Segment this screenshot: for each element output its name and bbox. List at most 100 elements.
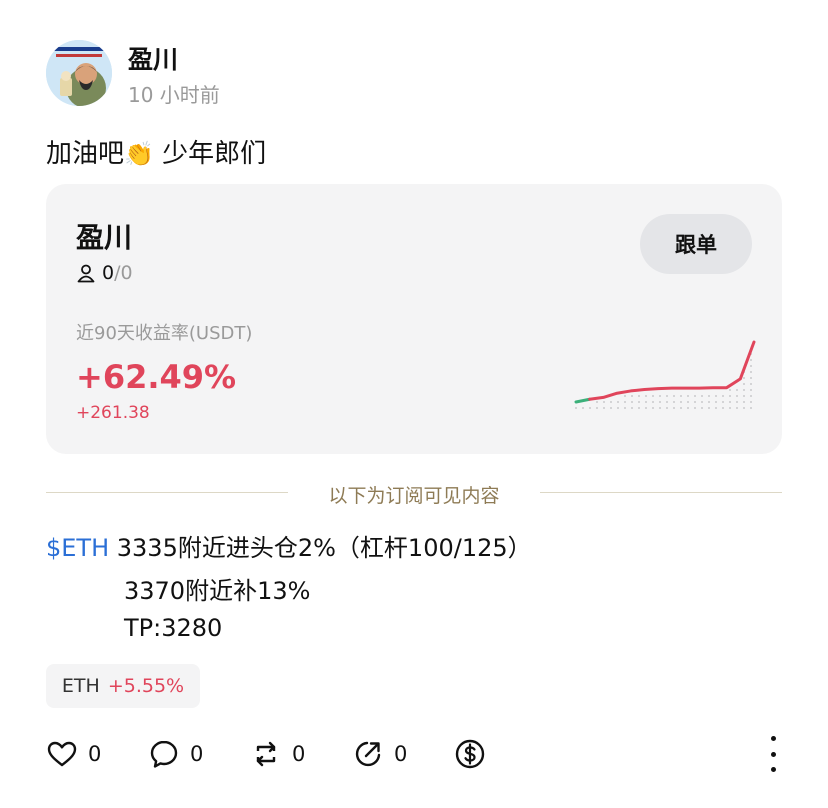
sparkline-fill-dot xyxy=(645,401,647,403)
sparkline-fill-dot xyxy=(603,407,605,409)
sparkline-fill-dot xyxy=(617,401,619,403)
comment-count: 0 xyxy=(190,742,204,766)
follower-count: 0/0 xyxy=(76,262,133,284)
sparkline-fill-dot xyxy=(673,401,675,403)
sparkline-fill-dot xyxy=(659,395,661,397)
sparkline-fill-dot xyxy=(617,407,619,409)
sparkline-fill-dot xyxy=(750,359,752,361)
sparkline-fill-dot xyxy=(652,395,654,397)
entry-text: 3335附近进头仓2%（杠杆100/125） xyxy=(109,534,532,562)
sparkline-fill-dot xyxy=(645,395,647,397)
roi-absolute: +261.38 xyxy=(76,403,150,423)
repost-button[interactable]: 0 xyxy=(250,734,305,774)
share-icon xyxy=(355,741,381,767)
sparkline-fill-dot xyxy=(582,407,584,409)
sparkline-fill-dot xyxy=(736,401,738,403)
sparkline-fill-dot xyxy=(666,407,668,409)
repost-icon xyxy=(256,741,276,767)
sparkline-fill-dot xyxy=(715,401,717,403)
sparkline-fill-dot xyxy=(596,407,598,409)
repost-count: 0 xyxy=(292,742,306,766)
sparkline-fill-dot xyxy=(652,407,654,409)
author-avatar[interactable] xyxy=(46,40,112,106)
sparkline-fill-dot xyxy=(701,401,703,403)
sparkline-fill-dot xyxy=(750,389,752,391)
sparkline-fill-dot xyxy=(575,407,577,409)
author-name[interactable]: 盈川 xyxy=(128,40,178,76)
follower-current: 0 xyxy=(102,262,115,284)
post-text-main: 加油吧 xyxy=(46,139,125,169)
copy-trade-button[interactable]: 跟单 xyxy=(640,214,752,274)
sparkline-fill-dot xyxy=(743,377,745,379)
sparkline-fill-dot xyxy=(603,401,605,403)
sparkline-fill-dot xyxy=(750,383,752,385)
more-dot xyxy=(770,767,776,772)
tip-button[interactable] xyxy=(454,734,486,774)
sparkline-fill-dot xyxy=(673,407,675,409)
share-count: 0 xyxy=(394,742,408,766)
coin-tag[interactable]: ETH +5.55% xyxy=(46,664,200,708)
roi-percentage: +62.49% xyxy=(76,358,237,396)
sparkline-fill-dot xyxy=(589,407,591,409)
sparkline-fill-dot xyxy=(610,401,612,403)
sparkline-fill-dot xyxy=(701,395,703,397)
sparkline-fill-dot xyxy=(687,395,689,397)
sparkline-fill-dot xyxy=(701,407,703,409)
sparkline-fill-dot xyxy=(736,389,738,391)
sparkline-fill-dot xyxy=(694,407,696,409)
content-line-3: TP:3280 xyxy=(124,614,223,642)
dollar-circle-icon xyxy=(455,739,485,769)
comment-icon xyxy=(150,740,178,768)
sparkline-fill-dot xyxy=(708,407,710,409)
sparkline-fill-dot xyxy=(652,401,654,403)
content-line-1: $ETH 3335附近进头仓2%（杠杆100/125） xyxy=(46,528,532,563)
coin-symbol: ETH xyxy=(61,675,100,697)
sparkline-fill-dot xyxy=(694,395,696,397)
post-timestamp: 10 小时前 xyxy=(128,83,220,107)
sparkline-fill-dot xyxy=(722,401,724,403)
sparkline-fill-dot xyxy=(729,407,731,409)
ticker-link[interactable]: $ETH xyxy=(46,534,109,562)
sparkline-fill-dot xyxy=(624,395,626,397)
sparkline-fill-dot xyxy=(743,401,745,403)
sparkline-fill-dot xyxy=(715,395,717,397)
post-text-tail: 少年郎们 xyxy=(153,139,267,169)
sparkline-fill-dot xyxy=(631,401,633,403)
sparkline-fill-dot xyxy=(694,401,696,403)
sparkline-fill-dot xyxy=(708,401,710,403)
sparkline-fill-dot xyxy=(750,377,752,379)
sparkline-fill-dot xyxy=(729,395,731,397)
trader-name: 盈川 xyxy=(76,221,133,254)
sparkline-fill-dot xyxy=(722,395,724,397)
sparkline-fill-dot xyxy=(659,407,661,409)
sparkline-fill-dot xyxy=(596,401,598,403)
sparkline-fill-dot xyxy=(680,395,682,397)
sparkline-fill-dot xyxy=(680,401,682,403)
sparkline-fill-dot xyxy=(729,401,731,403)
roi-label: 近90天收益率(USDT) xyxy=(76,323,253,344)
sparkline-fill-dot xyxy=(729,389,731,391)
follower-max: 0 xyxy=(120,262,133,284)
comment-button[interactable]: 0 xyxy=(148,734,203,774)
subscriber-content-divider: 以下为订阅可见内容 xyxy=(328,485,500,507)
more-dot xyxy=(770,736,776,741)
avatar-image xyxy=(46,40,112,106)
sparkline-fill-dot xyxy=(743,395,745,397)
more-options-icon[interactable] xyxy=(756,736,790,772)
sparkline-fill-dot xyxy=(708,395,710,397)
heart-icon xyxy=(47,741,77,767)
like-count: 0 xyxy=(88,742,102,766)
sparkline-fill-dot xyxy=(666,401,668,403)
like-button[interactable]: 0 xyxy=(46,734,101,774)
coin-change: +5.55% xyxy=(107,675,185,697)
more-dot xyxy=(770,751,776,757)
sparkline-fill-dot xyxy=(687,401,689,403)
copy-trade-card[interactable]: 盈川 0/0 跟单 近90天收益率(USDT) +62.49% +261.38 xyxy=(46,184,782,454)
person-icon xyxy=(77,264,95,283)
sparkline-fill-dot xyxy=(750,395,752,397)
sparkline-fill-dot xyxy=(715,407,717,409)
sparkline-fill-dot xyxy=(673,395,675,397)
sparkline-fill-dot xyxy=(687,407,689,409)
share-button[interactable]: 0 xyxy=(352,734,407,774)
sparkline-fill-dot xyxy=(638,395,640,397)
